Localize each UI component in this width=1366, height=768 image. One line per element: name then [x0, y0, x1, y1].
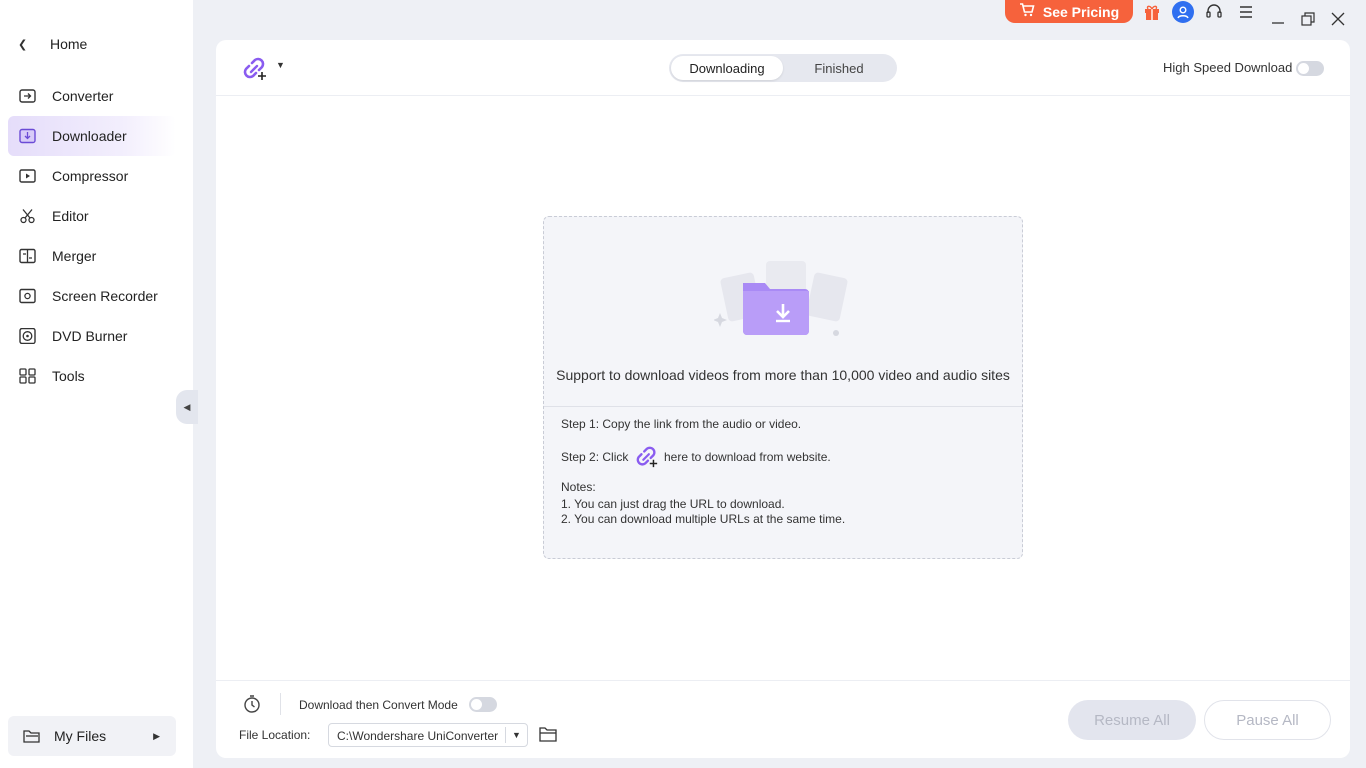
see-pricing-label: See Pricing [1042, 3, 1120, 20]
sidebar-item-compressor[interactable]: Compressor [8, 156, 176, 196]
headset-icon[interactable] [1203, 1, 1225, 23]
chevron-right-icon: ▶ [153, 730, 160, 741]
sidebar-item-editor[interactable]: Editor [8, 196, 176, 236]
timer-icon[interactable] [242, 694, 262, 714]
sidebar-item-label: DVD Burner [52, 328, 128, 344]
gift-icon[interactable] [1141, 1, 1163, 23]
folder-open-icon [22, 726, 42, 746]
download-folder-illustration [713, 257, 854, 347]
step-1-text: Step 1: Copy the link from the audio or … [561, 417, 802, 431]
sidebar: ❮ Home Converter Downloader Compressor E… [0, 0, 193, 768]
convert-mode-toggle[interactable] [469, 697, 497, 712]
notes-title: Notes: [561, 480, 596, 494]
bottom-bar: Download then Convert Mode File Location… [216, 680, 1350, 758]
tab-downloading[interactable]: Downloading [671, 56, 783, 80]
sidebar-item-label: Merger [52, 248, 97, 264]
tab-finished[interactable]: Finished [783, 56, 895, 80]
downloader-panel: ▼ Downloading Finished High Speed Downlo… [216, 40, 1350, 758]
sidebar-item-label: Screen Recorder [52, 288, 158, 304]
convert-mode-label: Download then Convert Mode [299, 698, 458, 712]
chevron-down-icon: ▼ [512, 730, 521, 740]
file-location-value: C:\Wondershare UniConverter 1 [337, 729, 502, 743]
high-speed-download-toggle[interactable] [1296, 61, 1324, 76]
sidebar-item-label: Downloader [52, 128, 127, 144]
converter-icon [18, 86, 38, 106]
note-1: 1. You can just drag the URL to download… [561, 497, 785, 511]
chevron-left-icon: ❮ [18, 38, 28, 51]
divider [505, 727, 506, 743]
file-location-label: File Location: [239, 728, 311, 742]
my-files-label: My Files [54, 728, 107, 744]
home-link[interactable]: ❮ Home [18, 34, 87, 54]
pause-all-button[interactable]: Pause All [1204, 700, 1331, 740]
step-2-suffix: here to download from website. [664, 450, 831, 464]
restore-icon[interactable] [1297, 8, 1319, 30]
toggle-knob [1298, 63, 1309, 74]
toggle-knob [471, 699, 482, 710]
chevron-left-icon: ◀ [183, 401, 191, 412]
scissors-icon [18, 206, 38, 226]
add-url-icon[interactable] [241, 56, 269, 82]
see-pricing-button[interactable]: See Pricing [1005, 0, 1133, 23]
download-dropzone[interactable]: Support to download videos from more tha… [543, 216, 1023, 559]
merger-icon [18, 246, 38, 266]
sidebar-item-label: Tools [52, 368, 85, 384]
sidebar-item-screen-recorder[interactable]: Screen Recorder [8, 276, 176, 316]
sidebar-item-dvd-burner[interactable]: DVD Burner [8, 316, 176, 356]
sidebar-item-label: Compressor [52, 168, 129, 184]
open-folder-icon[interactable] [539, 726, 557, 742]
note-2: 2. You can download multiple URLs at the… [561, 512, 846, 526]
cart-icon [1019, 3, 1035, 20]
downloader-icon [18, 126, 38, 146]
menu-icon[interactable] [1235, 1, 1257, 23]
add-url-icon[interactable] [634, 445, 660, 469]
support-text: Support to download videos from more tha… [556, 367, 1010, 383]
compressor-icon [18, 166, 38, 186]
downloader-toolbar: ▼ Downloading Finished High Speed Downlo… [216, 40, 1350, 96]
sidebar-item-converter[interactable]: Converter [8, 76, 176, 116]
high-speed-download-label: High Speed Download [1163, 60, 1293, 75]
file-location-select[interactable]: C:\Wondershare UniConverter 1 ▼ [328, 723, 528, 747]
minimize-icon[interactable] [1267, 8, 1289, 30]
close-icon[interactable] [1327, 8, 1349, 30]
home-label: Home [50, 36, 88, 52]
account-icon[interactable] [1172, 1, 1194, 23]
sidebar-item-downloader[interactable]: Downloader [8, 116, 176, 156]
sidebar-collapse-button[interactable]: ◀ [176, 390, 198, 424]
sidebar-item-merger[interactable]: Merger [8, 236, 176, 276]
sidebar-item-label: Converter [52, 88, 114, 104]
screen-recorder-icon [18, 286, 38, 306]
my-files-button[interactable]: My Files ▶ [8, 716, 176, 756]
sidebar-item-tools[interactable]: Tools [8, 356, 176, 396]
resume-all-button[interactable]: Resume All [1068, 700, 1196, 740]
sidebar-item-label: Editor [52, 208, 89, 224]
tools-grid-icon [18, 366, 38, 386]
download-tabs: Downloading Finished [669, 54, 897, 82]
divider [280, 693, 281, 715]
step-2-prefix: Step 2: Click [561, 450, 629, 464]
chevron-down-icon[interactable]: ▼ [276, 60, 285, 70]
divider [544, 406, 1022, 407]
dvd-icon [18, 326, 38, 346]
